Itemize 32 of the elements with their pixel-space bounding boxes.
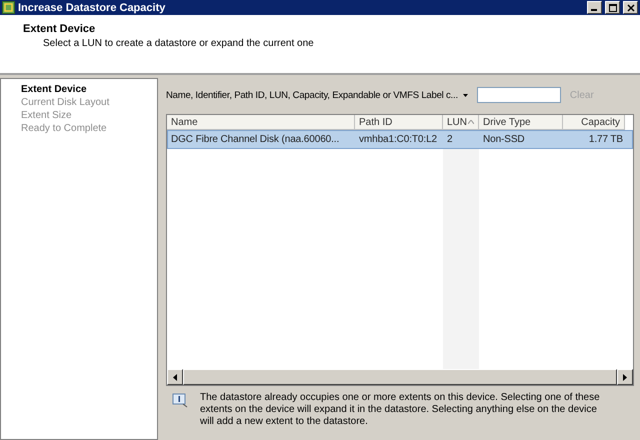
step-item: Ready to Complete [21, 123, 108, 134]
horizontal-scrollbar[interactable] [167, 369, 633, 385]
maximize-icon [608, 4, 616, 12]
column-header[interactable]: Name [167, 115, 355, 130]
right-arrow-icon[interactable] [623, 374, 628, 380]
column-header[interactable]: Capacity [563, 115, 625, 130]
close-icon [626, 4, 634, 12]
column-header[interactable]: LUN [443, 115, 479, 130]
info-icon [172, 392, 188, 408]
table-cell-text: 1.77 TB [588, 133, 624, 147]
close-button[interactable] [623, 1, 638, 14]
table-cell-text: DGC Fibre Channel Disk (naa.60060... [170, 133, 340, 147]
step-item: Extent Device [21, 84, 88, 95]
page-title: Extent Device [23, 23, 96, 35]
maximize-button[interactable] [605, 1, 620, 14]
app-icon [2, 1, 15, 14]
table-cell-text: Non-SSD [482, 133, 526, 147]
minimize-button[interactable] [587, 1, 602, 14]
table-row[interactable]: DGC Fibre Channel Disk (naa.60060... vmhba1:C0:T0:L2 2 Non-SSD 1.77 TB [167, 130, 633, 149]
step-item: Current Disk Layout [21, 97, 110, 108]
column-header[interactable]: Drive Type [479, 115, 563, 130]
table-cell-text: vmhba1:C0:T0:L2 [358, 133, 438, 147]
filter-field[interactable] [476, 87, 561, 103]
page-subtitle: Select a LUN to create a datastore or expand the current one [43, 38, 315, 49]
left-arrow-icon[interactable] [172, 374, 177, 380]
step-item: Extent Size [21, 110, 73, 121]
table-cell-text: 2 [446, 133, 454, 147]
column-header[interactable]: Path ID [355, 115, 443, 130]
window-title: Increase Datastore Capacity [18, 2, 166, 14]
dropdown-caret-icon[interactable] [462, 94, 468, 96]
info-message: The datastore already occupies one or more extents on this device. Selecting one of these extents on the device will expand it in the datastore. Selecting anything else on the device will add a new extent to the datastore. [200, 392, 601, 428]
filter-label: Name, Identifier, Path ID, LUN, Capacity, Expandable or VMFS Label c... [166, 90, 458, 100]
